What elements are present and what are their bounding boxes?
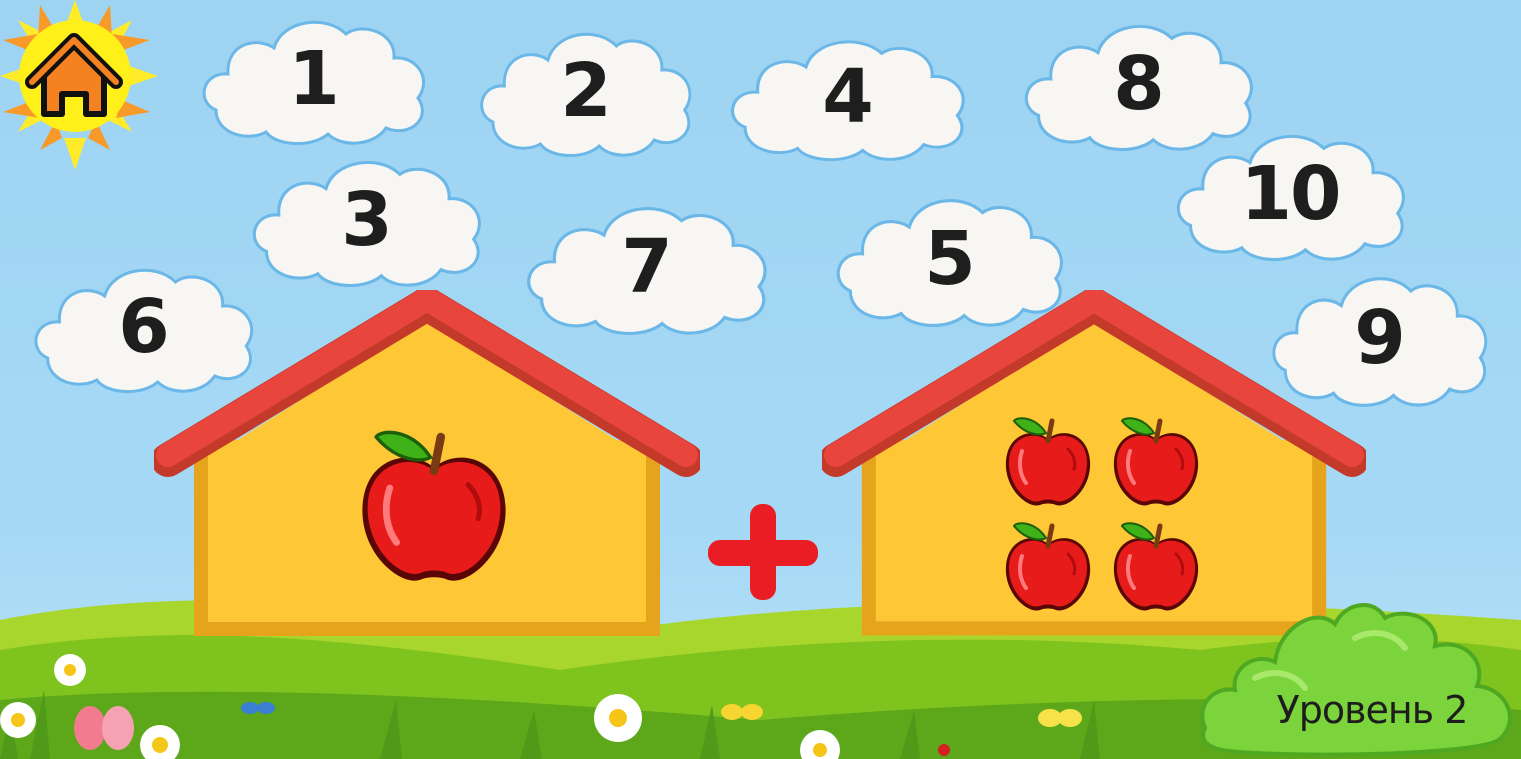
answer-cloud-1[interactable]: 1 (196, 10, 430, 148)
left-house (154, 290, 700, 638)
cloud-number: 4 (822, 54, 874, 140)
level-label: Уровень 2 (1276, 688, 1469, 732)
cloud-number: 1 (288, 36, 340, 122)
answer-cloud-4[interactable]: 4 (724, 30, 970, 164)
cloud-number: 10 (1240, 151, 1342, 237)
answer-cloud-2[interactable]: 2 (474, 22, 696, 160)
left-apple-group (334, 410, 534, 600)
plus-icon (708, 504, 818, 600)
bush-icon (1200, 603, 1512, 757)
cloud-number: 3 (341, 177, 393, 263)
level-badge[interactable]: Уровень 2 (1195, 598, 1521, 759)
cloud-number: 2 (560, 48, 612, 134)
apple-icon (1113, 416, 1199, 506)
apple-icon (1005, 416, 1091, 506)
apple-icon (1113, 521, 1199, 611)
right-apple-group (994, 408, 1210, 618)
apple-icon (362, 430, 506, 581)
right-house (822, 290, 1366, 638)
answer-cloud-10[interactable]: 10 (1170, 124, 1410, 264)
game-scene: 1 2 4 8 3 7 5 10 6 9 Уровень 2 (0, 0, 1521, 759)
home-icon (25, 33, 123, 117)
answer-cloud-3[interactable]: 3 (246, 150, 486, 290)
apple-icon (1005, 521, 1091, 611)
home-button[interactable] (0, 0, 160, 170)
ladybug-icon (938, 744, 950, 756)
